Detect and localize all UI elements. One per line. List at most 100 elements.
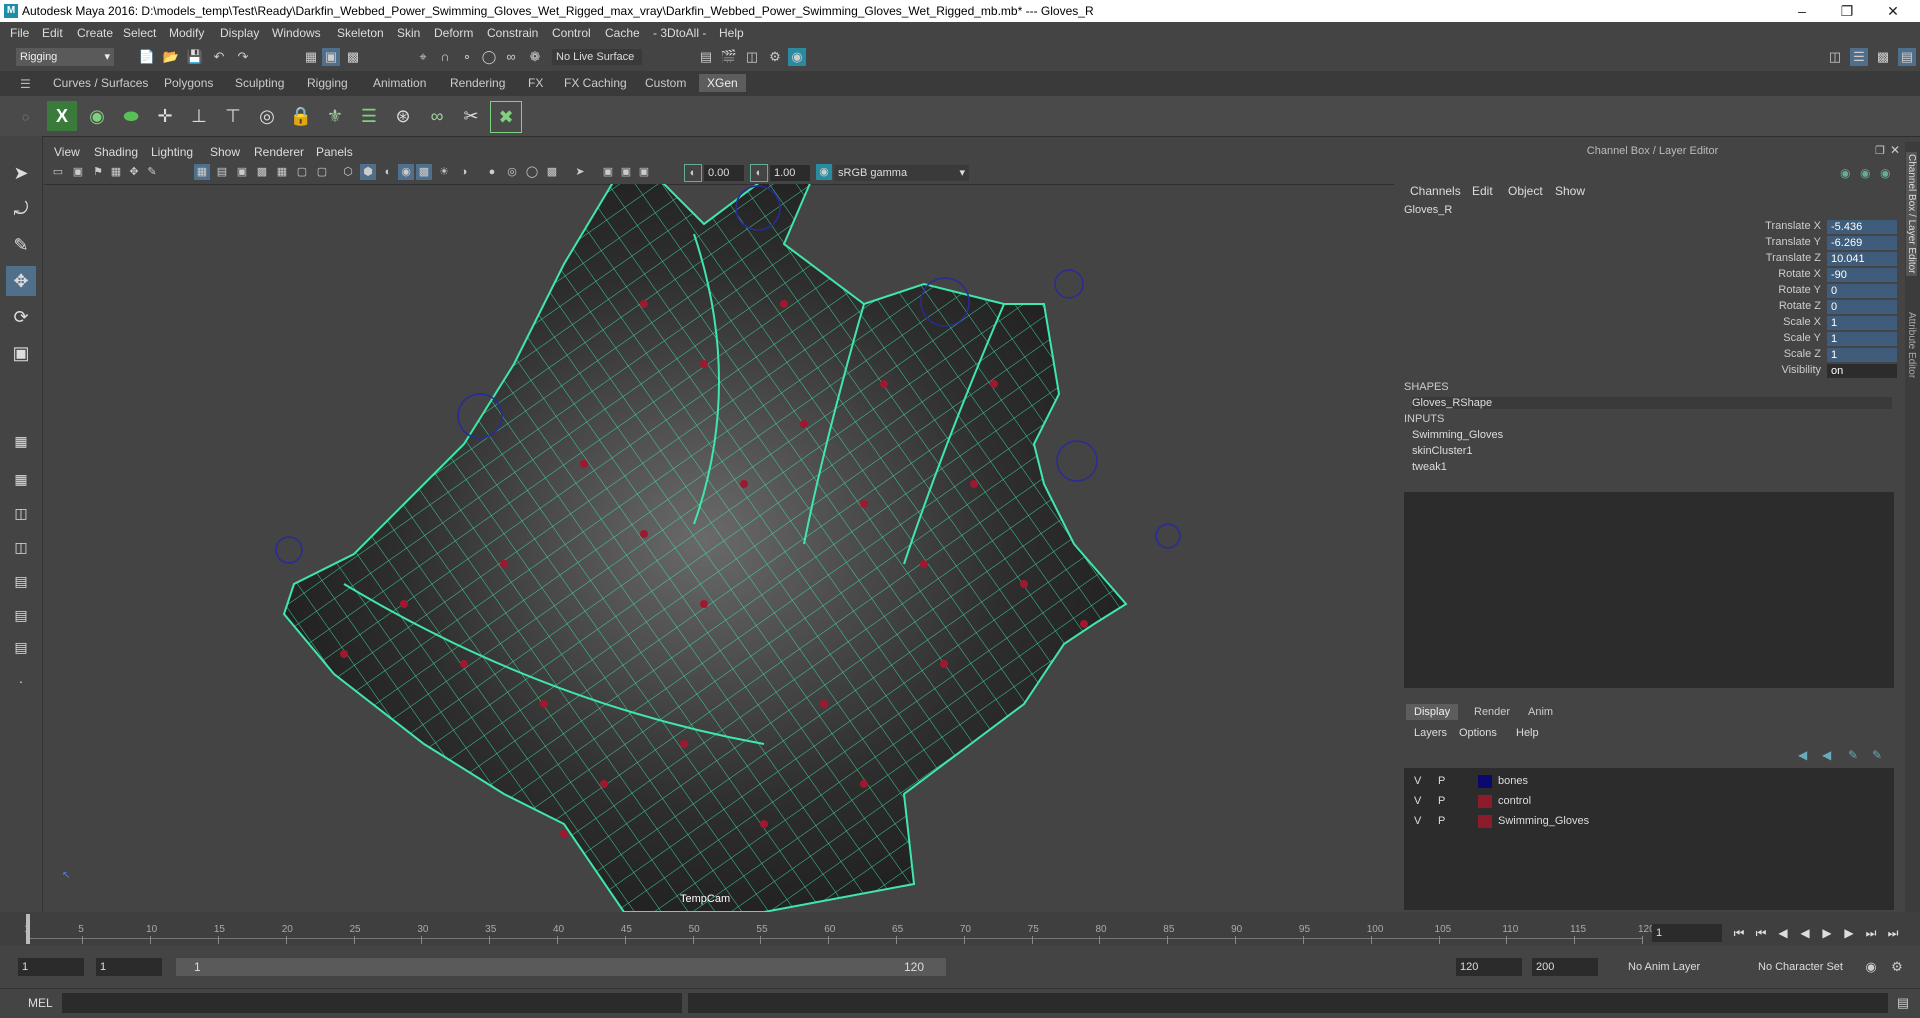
guide-tool-icon[interactable]: ⊤ xyxy=(218,101,248,131)
edit-menu[interactable]: Edit xyxy=(1472,184,1493,198)
isolate-select-icon[interactable]: ➤ xyxy=(572,164,588,180)
wireframe-icon[interactable]: ⬡ xyxy=(340,164,356,180)
shelf-tab-xgen[interactable]: XGen xyxy=(699,74,746,92)
viewport-menu-shading[interactable]: Shading xyxy=(94,145,138,159)
render-view-icon[interactable]: ▤ xyxy=(697,48,715,66)
xray-components-icon[interactable]: ▣ xyxy=(636,164,652,180)
input-item[interactable]: skinCluster1 xyxy=(1412,445,1473,457)
side-tab-attribute-editor[interactable]: Attribute Editor xyxy=(1906,312,1917,378)
layer-visibility-toggle[interactable]: V xyxy=(1414,795,1421,807)
live-surface-field[interactable]: No Live Surface xyxy=(552,49,642,65)
scale-tool-icon[interactable]: ▣ xyxy=(6,338,36,368)
grease-pencil-icon[interactable]: ✎ xyxy=(144,164,160,180)
channel-row[interactable]: Scale X 1 xyxy=(1400,316,1905,331)
layer-tab-render[interactable]: Render xyxy=(1466,704,1518,720)
layer-playback-toggle[interactable]: P xyxy=(1438,775,1445,787)
layer-row[interactable]: V P control xyxy=(1404,792,1894,811)
viewport-3d-scene[interactable]: ↖ xyxy=(44,184,1394,912)
three-pane-layout-icon[interactable]: ▤ xyxy=(6,600,36,630)
hypershade-icon[interactable]: ◉ xyxy=(788,48,806,66)
field-chart-icon[interactable]: ▦ xyxy=(274,164,290,180)
resolution-gate-icon[interactable]: ▣ xyxy=(234,164,250,180)
shelf-tab-animation[interactable]: Animation xyxy=(373,76,426,90)
options-menu[interactable]: Options xyxy=(1459,727,1497,739)
render-settings-icon[interactable]: ⚙ xyxy=(766,48,784,66)
camera-attributes-icon[interactable]: ▣ xyxy=(70,164,86,180)
lock-guides-icon[interactable]: 🔒 xyxy=(286,101,316,131)
2d-pan-zoom-icon[interactable]: ✥ xyxy=(126,164,142,180)
channel-value[interactable]: 1 xyxy=(1827,348,1897,362)
view-transform-dropdown[interactable]: sRGB gamma ▾ xyxy=(834,165,969,181)
playback-start-field[interactable]: 1 xyxy=(96,958,162,976)
layer-playback-toggle[interactable]: P xyxy=(1438,795,1445,807)
color-management-icon[interactable]: ◉ xyxy=(816,164,832,180)
shelf-options-icon[interactable]: ◌ xyxy=(22,110,29,124)
layers-menu[interactable]: Layers xyxy=(1414,727,1447,739)
cut-guides-icon[interactable]: ✂ xyxy=(456,101,486,131)
add-guides-icon[interactable]: ✛ xyxy=(150,101,180,131)
viewport-menu-show[interactable]: Show xyxy=(210,145,240,159)
manipulator-icon[interactable]: ◉ xyxy=(1840,166,1850,180)
step-back-key-icon[interactable]: ⏮ xyxy=(1752,924,1770,942)
animation-start-field[interactable]: 1 xyxy=(18,958,84,976)
modeling-toolkit-icon[interactable]: ◫ xyxy=(1826,48,1844,66)
float-panel-icon[interactable]: ❐ xyxy=(1875,144,1885,157)
film-gate-icon[interactable]: ▤ xyxy=(214,164,230,180)
go-to-end-icon[interactable]: ⏭ xyxy=(1884,924,1902,942)
menu-skeleton[interactable]: Skeleton xyxy=(337,26,384,40)
shadows-icon[interactable]: ◑ xyxy=(456,164,472,180)
command-input[interactable] xyxy=(62,993,682,1013)
layer-visibility-toggle[interactable]: V xyxy=(1414,775,1421,787)
restore-button[interactable]: ❐ xyxy=(1832,2,1862,20)
step-back-frame-icon[interactable]: ◀ xyxy=(1774,924,1792,942)
snap-live-icon[interactable]: ∞ xyxy=(502,48,520,66)
layer-tab-anim[interactable]: Anim xyxy=(1520,704,1561,720)
channel-value[interactable]: 10.041 xyxy=(1827,252,1897,266)
channel-row[interactable]: Translate Z 10.041 xyxy=(1400,252,1905,267)
new-scene-icon[interactable]: 📄 xyxy=(138,48,156,66)
play-backwards-icon[interactable]: ◀ xyxy=(1796,924,1814,942)
safe-action-icon[interactable]: ▢ xyxy=(294,164,310,180)
menu-3dtoall[interactable]: - 3DtoAll - xyxy=(653,26,706,40)
go-to-start-icon[interactable]: ⏮ xyxy=(1730,924,1748,942)
snap-view-plane-icon[interactable]: ◯ xyxy=(480,48,498,66)
menu-cache[interactable]: Cache xyxy=(605,26,640,40)
save-scene-icon[interactable]: 💾 xyxy=(186,48,204,66)
close-window-button[interactable]: ✕ xyxy=(1878,2,1908,20)
hyperbolic-icon[interactable]: ◉ xyxy=(1880,166,1890,180)
snap-grid-icon[interactable]: ⌖ xyxy=(414,48,432,66)
shelf-tab-fx-caching[interactable]: FX Caching xyxy=(564,76,627,90)
channel-value[interactable]: -5.436 xyxy=(1827,220,1897,234)
current-time-marker[interactable] xyxy=(26,914,30,944)
shelf-tab-custom[interactable]: Custom xyxy=(645,76,686,90)
channel-row[interactable]: Translate X -5.436 xyxy=(1400,220,1905,235)
animation-preferences-icon[interactable]: ⚙ xyxy=(1888,958,1906,976)
animation-end-field[interactable]: 200 xyxy=(1532,958,1598,976)
help-menu[interactable]: Help xyxy=(1516,727,1539,739)
delete-guides-icon[interactable]: ✖ xyxy=(490,101,522,133)
shelf-tab-curves-surfaces[interactable]: Curves / Surfaces xyxy=(53,76,148,90)
make-live-icon[interactable]: ❁ xyxy=(526,48,544,66)
attribute-editor-toggle-icon[interactable]: ☰ xyxy=(1850,48,1868,66)
menu-select[interactable]: Select xyxy=(123,26,156,40)
layer-visibility-toggle[interactable]: V xyxy=(1414,815,1421,827)
sculpt-guides-icon[interactable]: ⚜ xyxy=(320,101,350,131)
menu-set-dropdown[interactable]: Rigging ▾ xyxy=(16,48,114,66)
image-plane-icon[interactable]: ▦ xyxy=(108,164,124,180)
character-set-dropdown[interactable]: No Character Set xyxy=(1754,958,1874,976)
shelf-tab-fx[interactable]: FX xyxy=(528,76,543,90)
bind-guides-icon[interactable]: ⊛ xyxy=(388,101,418,131)
menu-constrain[interactable]: Constrain xyxy=(487,26,538,40)
menu-modify[interactable]: Modify xyxy=(169,26,204,40)
side-tab-channel-box[interactable]: Channel Box / Layer Editor xyxy=(1906,152,1917,276)
command-language-label[interactable]: MEL xyxy=(28,996,53,1010)
single-pane-layout-icon[interactable]: ▦ xyxy=(6,426,36,456)
bookmarks-icon[interactable]: ⚑ xyxy=(90,164,106,180)
outliner-layout-icon[interactable]: ◫ xyxy=(6,532,36,562)
menu-file[interactable]: File xyxy=(10,26,29,40)
channel-row[interactable]: Visibility on xyxy=(1400,364,1905,379)
input-item[interactable]: tweak1 xyxy=(1412,461,1447,473)
smooth-shade-icon[interactable]: ⬢ xyxy=(360,164,376,180)
channel-row[interactable]: Scale Y 1 xyxy=(1400,332,1905,347)
place-guides-icon[interactable]: ⊥ xyxy=(184,101,214,131)
